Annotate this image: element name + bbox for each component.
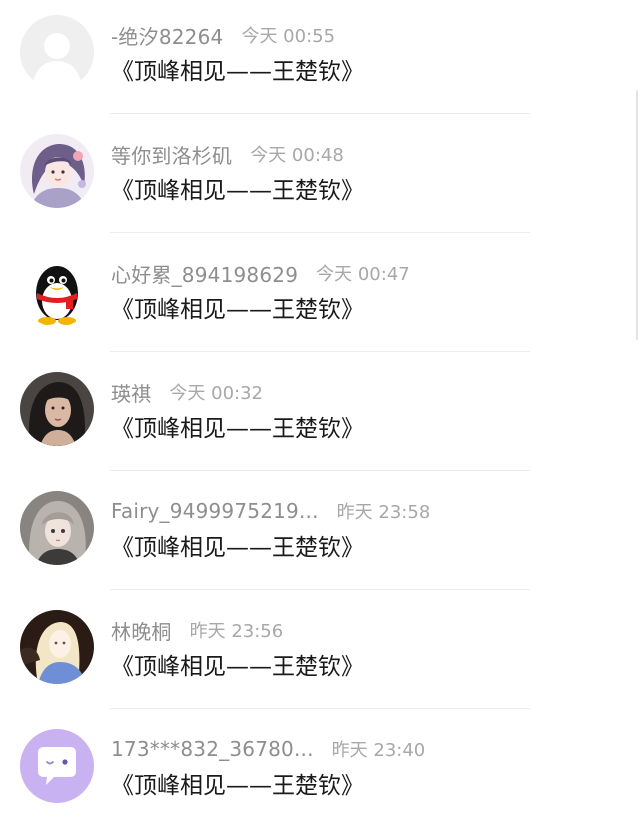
user-name[interactable]: Fairy_9499975219... [111,499,319,523]
comment-item[interactable]: 瑛祺 今天 00:32 《顶峰相见——王楚钦》 [0,357,640,476]
scrollbar[interactable] [636,90,638,340]
divider [110,113,530,114]
comment-time: 昨天 23:58 [336,502,431,523]
comment-text: 《顶峰相见——王楚钦》 [111,59,364,85]
comment-time: 今天 00:47 [316,264,410,285]
user-name[interactable]: 林晚桐 [111,616,172,645]
avatar[interactable] [20,15,94,89]
user-name[interactable]: 173***832_36780... [111,737,314,761]
comment-meta: Fairy_9499975219... 昨天 23:58 [111,496,430,526]
comment-text: 《顶峰相见——王楚钦》 [111,535,364,561]
anime-girl-avatar [20,491,94,565]
comment-item[interactable]: 心好累_894198629 今天 00:47 《顶峰相见——王楚钦》 [0,238,640,357]
avatar[interactable] [20,729,94,803]
comment-meta: 心好累_894198629 今天 00:47 [111,258,410,288]
avatar[interactable] [20,134,94,208]
divider [110,708,530,709]
comment-text: 《顶峰相见——王楚钦》 [111,178,364,204]
comment-text: 《顶峰相见——王楚钦》 [111,297,364,323]
comment-time: 今天 00:55 [241,26,336,47]
user-name[interactable]: 心好累_894198629 [111,259,298,288]
comment-time: 今天 00:48 [250,145,344,166]
illustrated-girl-avatar [20,134,94,208]
divider [110,232,530,233]
blonde-girl-avatar [20,610,94,684]
qq-penguin-icon [20,253,94,327]
divider [110,470,530,471]
avatar[interactable] [20,372,94,446]
comment-meta: 林晚桐 昨天 23:56 [111,615,283,645]
divider [110,351,530,352]
comment-item[interactable]: 等你到洛杉矶 今天 00:48 《顶峰相见——王楚钦》 [0,119,640,238]
comment-item[interactable]: 173***832_36780... 昨天 23:40 《顶峰相见——王楚钦》 [0,714,640,833]
avatar[interactable] [20,610,94,684]
comment-text: 《顶峰相见——王楚钦》 [111,773,364,799]
comment-text: 《顶峰相见——王楚钦》 [111,654,364,680]
avatar[interactable] [20,253,94,327]
purple-chat-bubble-icon [20,729,94,803]
comment-time: 今天 00:32 [169,383,264,404]
default-user-icon [20,15,94,89]
comment-time: 昨天 23:40 [331,740,426,761]
user-name[interactable]: 瑛祺 [111,378,151,407]
comment-item[interactable]: -绝汐82264 今天 00:55 《顶峰相见——王楚钦》 [0,0,640,119]
portrait-photo-avatar [20,372,94,446]
comment-text: 《顶峰相见——王楚钦》 [111,416,364,442]
comment-item[interactable]: Fairy_9499975219... 昨天 23:58 《顶峰相见——王楚钦》 [0,476,640,595]
comment-time: 昨天 23:56 [189,621,284,642]
comment-meta: -绝汐82264 今天 00:55 [111,20,335,50]
comment-meta: 瑛祺 今天 00:32 [111,377,263,407]
user-name[interactable]: -绝汐82264 [111,21,223,50]
avatar[interactable] [20,491,94,565]
comment-meta: 173***832_36780... 昨天 23:40 [111,734,425,764]
comment-item[interactable]: 林晚桐 昨天 23:56 《顶峰相见——王楚钦》 [0,595,640,714]
comment-meta: 等你到洛杉矶 今天 00:48 [111,139,344,169]
user-name[interactable]: 等你到洛杉矶 [111,140,232,169]
divider [110,589,530,590]
